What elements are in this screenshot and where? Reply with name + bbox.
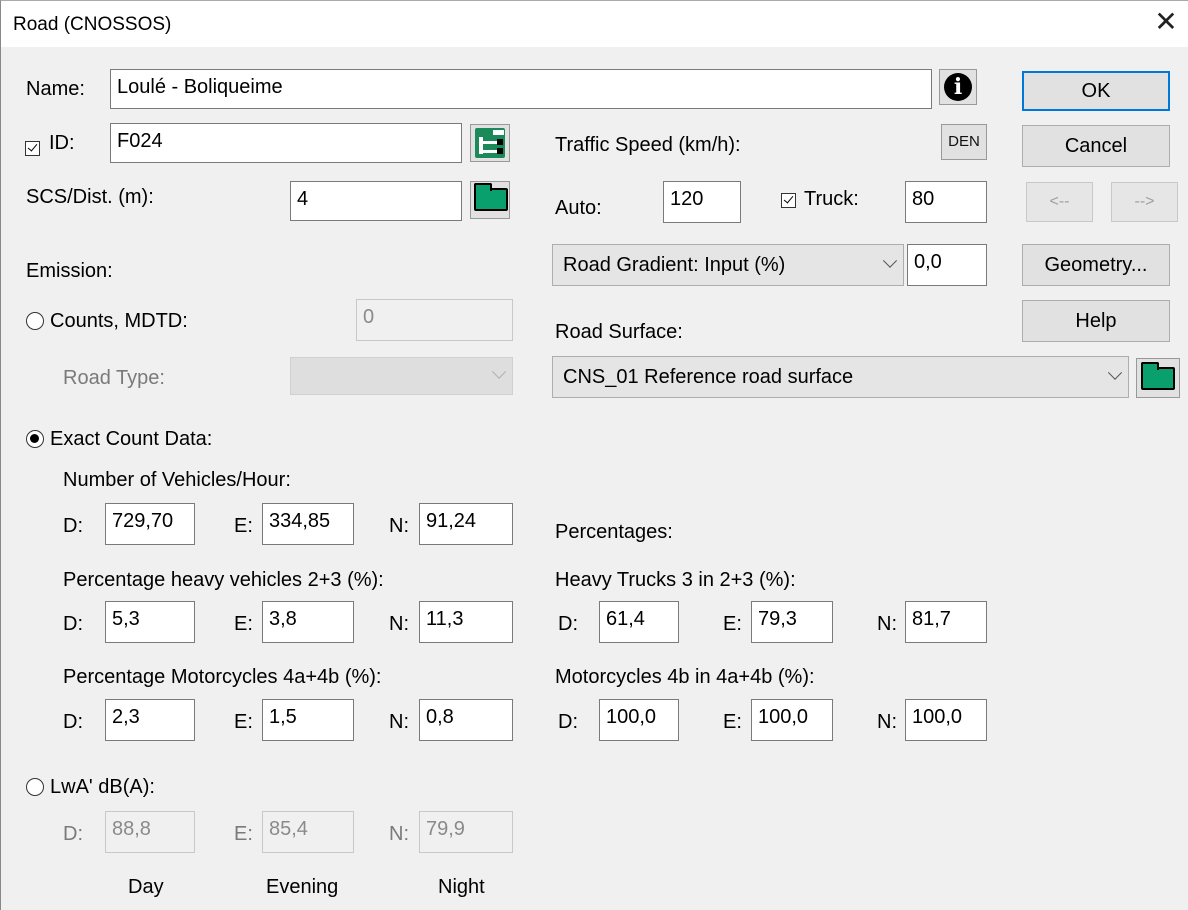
window-title: Road (CNOSSOS)	[13, 14, 172, 35]
lwa-e-input[interactable]: 85,4	[262, 811, 354, 853]
lwa-n-input[interactable]: 79,9	[419, 811, 513, 853]
exact-count-radio[interactable]	[26, 430, 44, 448]
tree-button[interactable]	[470, 124, 510, 162]
id-checkbox[interactable]	[25, 141, 40, 156]
tree-icon	[475, 128, 505, 158]
truck-label: Truck:	[804, 188, 859, 210]
moto4b-e-label: E:	[723, 711, 742, 733]
trucks3-heading: Heavy Trucks 3 in 2+3 (%):	[555, 569, 796, 591]
folder-icon	[1141, 362, 1175, 390]
ok-button[interactable]: OK	[1022, 71, 1170, 111]
lwa-d-label: D:	[63, 823, 83, 845]
trucks3-e-label: E:	[723, 613, 742, 635]
road-type-select[interactable]	[290, 357, 513, 395]
heavy-d-input[interactable]: 5,3	[105, 601, 195, 643]
den-button[interactable]: DEN	[941, 124, 987, 160]
heavy-n-input[interactable]: 11,3	[419, 601, 513, 643]
auto-speed-input[interactable]: 120	[663, 181, 741, 223]
road-gradient-value: Road Gradient: Input (%)	[563, 254, 786, 276]
moto-d-label: D:	[63, 711, 83, 733]
moto-e-label: E:	[234, 711, 253, 733]
evening-label: Evening	[266, 876, 339, 898]
chevron-down-icon	[882, 253, 898, 268]
moto-d-input[interactable]: 2,3	[105, 699, 195, 741]
moto-n-input[interactable]: 0,8	[419, 699, 513, 741]
percentages-label: Percentages:	[555, 521, 673, 543]
road-type-label: Road Type:	[63, 367, 165, 389]
counts-input[interactable]: 0	[356, 299, 513, 341]
vehicles-n-input[interactable]: 91,24	[419, 503, 513, 545]
moto-e-input[interactable]: 1,5	[262, 699, 354, 741]
trucks3-d-input[interactable]: 61,4	[599, 601, 679, 643]
vehicles-d-label: D:	[63, 515, 83, 537]
moto4b-heading: Motorcycles 4b in 4a+4b (%):	[555, 666, 815, 688]
name-label: Name:	[26, 78, 85, 100]
exact-count-label: Exact Count Data:	[50, 428, 213, 450]
moto4b-d-label: D:	[558, 711, 578, 733]
trucks3-e-input[interactable]: 79,3	[751, 601, 833, 643]
counts-radio[interactable]	[26, 312, 44, 330]
lwa-n-label: N:	[389, 823, 409, 845]
id-input[interactable]: F024	[110, 123, 462, 163]
road-gradient-input[interactable]: 0,0	[907, 244, 987, 286]
help-button[interactable]: Help	[1022, 300, 1170, 342]
heavy-heading: Percentage heavy vehicles 2+3 (%):	[63, 569, 384, 591]
trucks3-n-input[interactable]: 81,7	[905, 601, 987, 643]
chevron-down-icon	[1107, 365, 1123, 380]
heavy-e-input[interactable]: 3,8	[262, 601, 354, 643]
scs-label: SCS/Dist. (m):	[26, 186, 154, 208]
moto4b-n-label: N:	[877, 711, 897, 733]
geometry-button[interactable]: Geometry...	[1022, 244, 1170, 286]
trucks3-d-label: D:	[558, 613, 578, 635]
moto4b-n-input[interactable]: 100,0	[905, 699, 987, 741]
heavy-e-label: E:	[234, 613, 253, 635]
info-icon: i	[944, 73, 972, 101]
folder-icon	[474, 183, 508, 211]
scs-folder-button[interactable]	[470, 181, 510, 219]
vehicles-e-label: E:	[234, 515, 253, 537]
id-label: ID:	[49, 132, 75, 154]
road-surface-label: Road Surface:	[555, 321, 683, 343]
road-surface-value: CNS_01 Reference road surface	[563, 366, 854, 388]
lwa-e-label: E:	[234, 823, 253, 845]
moto4b-d-input[interactable]: 100,0	[599, 699, 679, 741]
vehicles-n-label: N:	[389, 515, 409, 537]
lwa-radio[interactable]	[26, 778, 44, 796]
close-icon[interactable]: ✕	[1151, 7, 1181, 37]
moto4b-e-input[interactable]: 100,0	[751, 699, 833, 741]
info-button[interactable]: i	[939, 69, 977, 105]
name-input[interactable]: Loulé - Boliqueime	[110, 69, 932, 109]
trucks3-n-label: N:	[877, 613, 897, 635]
moto-n-label: N:	[389, 711, 409, 733]
cancel-button[interactable]: Cancel	[1022, 125, 1170, 167]
counts-label: Counts, MDTD:	[50, 310, 188, 332]
night-label: Night	[438, 876, 485, 898]
lwa-d-input[interactable]: 88,8	[105, 811, 195, 853]
chevron-down-icon	[491, 364, 507, 379]
day-label: Day	[128, 876, 164, 898]
auto-label: Auto:	[555, 197, 602, 219]
road-surface-select[interactable]: CNS_01 Reference road surface	[552, 356, 1129, 398]
title-bar: Road (CNOSSOS) ✕	[1, 1, 1188, 47]
next-button[interactable]: -->	[1111, 182, 1178, 222]
scs-input[interactable]: 4	[290, 181, 462, 221]
road-gradient-select[interactable]: Road Gradient: Input (%)	[552, 244, 904, 286]
lwa-label: LwA' dB(A):	[50, 776, 155, 798]
heavy-n-label: N:	[389, 613, 409, 635]
vehicles-e-input[interactable]: 334,85	[262, 503, 354, 545]
previous-button[interactable]: <--	[1026, 182, 1093, 222]
traffic-speed-heading: Traffic Speed (km/h):	[555, 134, 741, 156]
truck-checkbox[interactable]	[781, 193, 796, 208]
road-dialog: Road (CNOSSOS) ✕ Name: Loulé - Boliqueim…	[0, 0, 1188, 910]
vehicles-d-input[interactable]: 729,70	[105, 503, 195, 545]
den-label: DEN	[948, 133, 980, 150]
moto-heading: Percentage Motorcycles 4a+4b (%):	[63, 666, 382, 688]
emission-label: Emission:	[26, 260, 113, 282]
heavy-d-label: D:	[63, 613, 83, 635]
truck-speed-input[interactable]: 80	[905, 181, 987, 223]
surface-folder-button[interactable]	[1136, 358, 1180, 398]
vehicles-heading: Number of Vehicles/Hour:	[63, 469, 291, 491]
